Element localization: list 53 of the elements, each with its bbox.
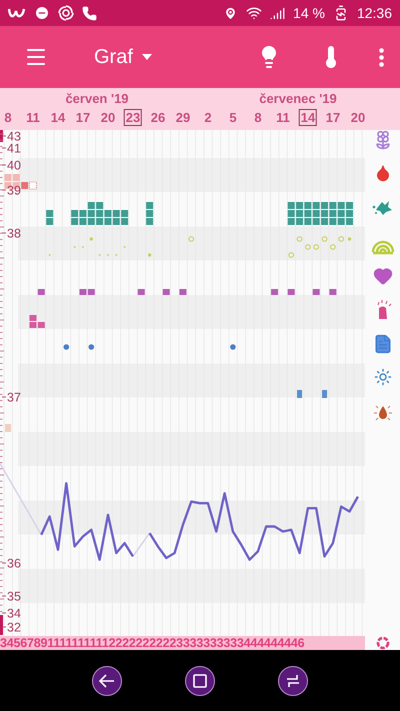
battery-percent: 14 %	[293, 5, 325, 21]
swirl-icon	[58, 5, 74, 21]
month-label: červenec '19	[259, 91, 337, 106]
axis-label: 40	[7, 158, 21, 172]
sun-icon[interactable]	[374, 368, 392, 386]
date-label: 14	[50, 109, 66, 126]
date-label: 20	[350, 109, 366, 126]
back-arrow-icon	[98, 674, 115, 688]
back-button[interactable]	[92, 666, 122, 696]
wifi-icon	[246, 5, 262, 21]
date-label: 17	[74, 109, 92, 126]
switch-icon	[285, 674, 302, 688]
axis-label: 43	[7, 130, 21, 144]
date-label: 20	[100, 109, 116, 126]
date-label: 5	[228, 109, 238, 126]
recents-button[interactable]	[278, 666, 308, 696]
gap-connector	[132, 532, 150, 557]
signal-icon	[270, 6, 286, 20]
dropdown-caret-icon[interactable]	[142, 54, 152, 60]
date-label: 14	[298, 109, 318, 126]
phone-icon	[82, 6, 97, 20]
axis-label: 37	[7, 390, 21, 404]
axis-label: 41	[7, 142, 21, 156]
axis-label: 38	[7, 226, 21, 240]
square-marks-drawing	[297, 390, 328, 398]
date-label: 8	[253, 109, 263, 126]
cycle-day-numbers: 3456789111111111122222222223333333333444444446	[0, 636, 365, 650]
axis-label: 35	[7, 590, 21, 604]
screen-title[interactable]: Graf	[94, 46, 133, 68]
do-not-disturb-icon	[34, 5, 50, 21]
axis-label: 36	[7, 556, 21, 570]
home-button[interactable]	[184, 666, 215, 696]
date-label: 29	[174, 109, 192, 126]
axis-label: 34	[7, 606, 21, 620]
bar-marks-drawing	[30, 315, 45, 328]
square-marks-drawing	[5, 424, 11, 432]
axis-label: 39	[7, 184, 21, 198]
cycle-ring-icon[interactable]	[375, 636, 391, 650]
date-label: 11	[25, 109, 41, 126]
clock-time: 12:36	[356, 5, 392, 21]
axis-label: 32	[7, 620, 21, 634]
heart-icon[interactable]	[372, 266, 392, 286]
date-label: 23	[124, 109, 142, 126]
square-icon	[192, 674, 207, 688]
date-label: 11	[275, 109, 291, 126]
date-label: 17	[324, 109, 342, 126]
more-icon	[379, 48, 384, 66]
document-icon[interactable]	[372, 334, 392, 354]
app-logo-icon	[8, 7, 26, 19]
date-label: 2	[203, 109, 213, 126]
date-label: 8	[3, 109, 13, 126]
month-label: červen '19	[65, 91, 129, 106]
date-label: 26	[150, 109, 166, 126]
